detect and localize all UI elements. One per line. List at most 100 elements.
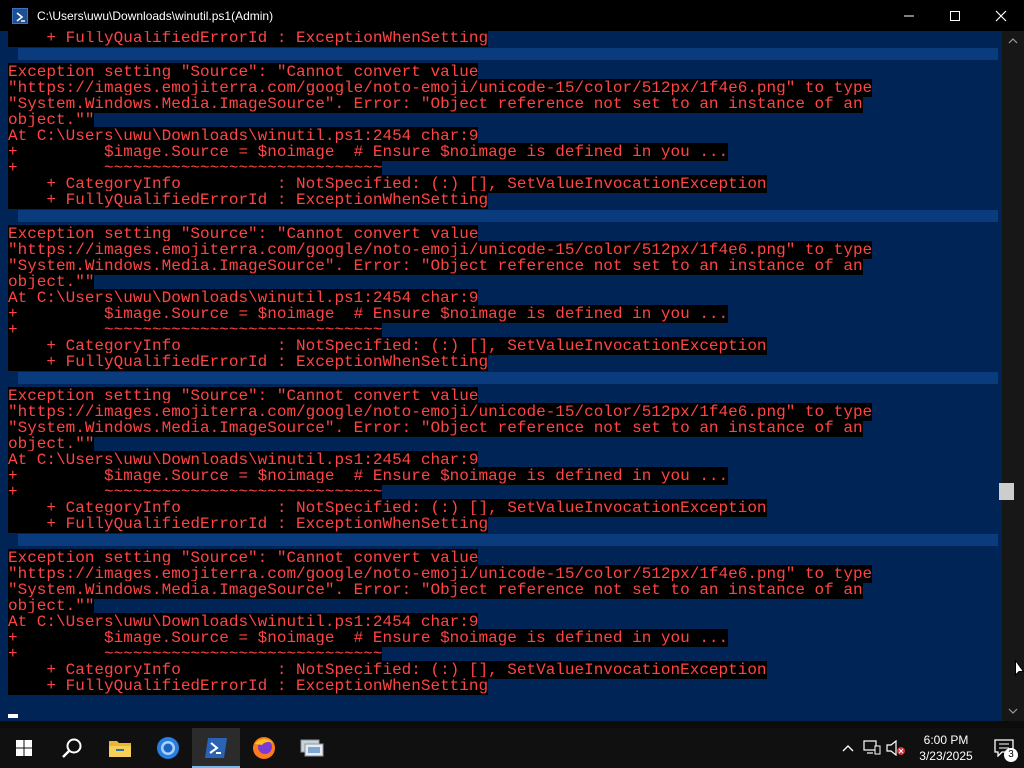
console-line: + CategoryInfo : NotSpecified: (:) [], S…	[8, 661, 998, 679]
console-line: object.""	[8, 111, 998, 129]
console-line: "https://images.emojiterra.com/google/no…	[8, 79, 998, 97]
console-line: "System.Windows.Media.ImageSource". Erro…	[8, 95, 998, 113]
console-line: object.""	[8, 435, 998, 453]
console-line-text: + FullyQualifiedErrorId : ExceptionWhenS…	[8, 515, 489, 533]
selection-highlight	[18, 210, 998, 222]
console-line-text: "System.Windows.Media.ImageSource". Erro…	[8, 95, 863, 113]
search-icon	[62, 738, 82, 758]
console-blank-line	[8, 372, 998, 388]
windows-logo-icon	[16, 740, 32, 756]
console-line: object.""	[8, 597, 998, 615]
clock-time: 6:00 PM	[923, 733, 969, 747]
close-icon	[995, 10, 1007, 21]
taskbar-clock[interactable]: 6:00 PM 3/23/2025	[908, 732, 984, 764]
scroll-up-button[interactable]	[1002, 33, 1024, 49]
console-blank-line	[8, 48, 998, 64]
firefox-button[interactable]	[240, 728, 288, 768]
file-explorer-icon	[109, 741, 131, 757]
console-line: + ~~~~~~~~~~~~~~~~~~~~~~~~~~~~~	[8, 645, 998, 663]
console-line-text: + FullyQualifiedErrorId : ExceptionWhenS…	[8, 677, 489, 695]
volume-muted-icon	[886, 740, 905, 756]
console-line: "https://images.emojiterra.com/google/no…	[8, 241, 998, 259]
console-line: "https://images.emojiterra.com/google/no…	[8, 403, 998, 421]
selection-highlight	[18, 534, 998, 546]
console-line: "System.Windows.Media.ImageSource". Erro…	[8, 419, 998, 437]
console-lines: + FullyQualifiedErrorId : ExceptionWhenS…	[8, 31, 998, 695]
firefox-icon	[253, 737, 275, 759]
show-hidden-icons-button[interactable]	[836, 728, 860, 768]
network-icon	[863, 740, 881, 755]
console-line: + $image.Source = $noimage # Ensure $noi…	[8, 629, 998, 647]
console-line: + FullyQualifiedErrorId : ExceptionWhenS…	[8, 191, 998, 209]
console-blank-line	[8, 210, 998, 226]
console-line: "https://images.emojiterra.com/google/no…	[8, 565, 998, 583]
console-line: + $image.Source = $noimage # Ensure $noi…	[8, 305, 998, 323]
console-line: object.""	[8, 273, 998, 291]
maximize-icon	[950, 10, 960, 21]
maximize-button[interactable]	[932, 0, 978, 31]
selection-highlight	[18, 48, 998, 60]
text-cursor	[8, 714, 18, 718]
network-app-button[interactable]	[288, 728, 336, 768]
console-line: At C:\Users\uwu\Downloads\winutil.ps1:24…	[8, 451, 998, 469]
notification-count-badge: 3	[1004, 748, 1018, 762]
taskbar: 6:00 PM 3/23/2025 3	[0, 728, 1024, 768]
console-line: + ~~~~~~~~~~~~~~~~~~~~~~~~~~~~~	[8, 321, 998, 339]
console-line-text: "System.Windows.Media.ImageSource". Erro…	[8, 581, 863, 599]
network-tray-button[interactable]	[860, 728, 884, 768]
chrome-button[interactable]	[144, 728, 192, 768]
scroll-thumb[interactable]	[999, 483, 1014, 500]
chrome-icon	[157, 737, 179, 759]
clock-date: 3/23/2025	[919, 749, 973, 763]
console-line: At C:\Users\uwu\Downloads\winutil.ps1:24…	[8, 613, 998, 631]
console-line: Exception setting "Source": "Cannot conv…	[8, 549, 998, 567]
console-line-text: + FullyQualifiedErrorId : ExceptionWhenS…	[8, 191, 489, 209]
console-line-text: + FullyQualifiedErrorId : ExceptionWhenS…	[8, 353, 489, 371]
console-output[interactable]: + FullyQualifiedErrorId : ExceptionWhenS…	[0, 31, 1002, 721]
chevron-down-icon	[1008, 708, 1018, 714]
console-line: + $image.Source = $noimage # Ensure $noi…	[8, 467, 998, 485]
console-line: + CategoryInfo : NotSpecified: (:) [], S…	[8, 499, 998, 517]
console-line: + ~~~~~~~~~~~~~~~~~~~~~~~~~~~~~	[8, 483, 998, 501]
console-line: + CategoryInfo : NotSpecified: (:) [], S…	[8, 337, 998, 355]
console-line: "System.Windows.Media.ImageSource". Erro…	[8, 257, 998, 275]
console-line: Exception setting "Source": "Cannot conv…	[8, 387, 998, 405]
console-line: At C:\Users\uwu\Downloads\winutil.ps1:24…	[8, 127, 998, 145]
file-explorer-button[interactable]	[96, 728, 144, 768]
scroll-down-button[interactable]	[1002, 703, 1024, 719]
chevron-up-icon	[1008, 38, 1018, 44]
minimize-icon	[904, 15, 914, 16]
window-titlebar[interactable]: C:\Users\uwu\Downloads\winutil.ps1(Admin…	[0, 0, 1024, 31]
powershell-icon	[205, 738, 227, 758]
network-app-icon	[300, 739, 324, 757]
powershell-icon[interactable]	[12, 7, 28, 24]
chevron-up-icon	[842, 745, 854, 752]
start-button[interactable]	[0, 728, 48, 768]
console-line-text: "System.Windows.Media.ImageSource". Erro…	[8, 257, 863, 275]
minimize-button[interactable]	[886, 0, 932, 31]
console-line: + ~~~~~~~~~~~~~~~~~~~~~~~~~~~~~	[8, 159, 998, 177]
mouse-pointer-icon	[1015, 660, 1024, 677]
console-line: + FullyQualifiedErrorId : ExceptionWhenS…	[8, 515, 998, 533]
console-line: Exception setting "Source": "Cannot conv…	[8, 63, 998, 81]
console-line: + FullyQualifiedErrorId : ExceptionWhenS…	[8, 31, 998, 47]
vertical-scrollbar[interactable]	[1002, 31, 1024, 721]
system-tray: 6:00 PM 3/23/2025 3	[836, 728, 1024, 768]
console-line: Exception setting "Source": "Cannot conv…	[8, 225, 998, 243]
console-line-text: "System.Windows.Media.ImageSource". Erro…	[8, 419, 863, 437]
window-title: C:\Users\uwu\Downloads\winutil.ps1(Admin…	[37, 8, 274, 23]
console-line: + FullyQualifiedErrorId : ExceptionWhenS…	[8, 353, 998, 371]
search-button[interactable]	[48, 728, 96, 768]
console-blank-line	[8, 534, 998, 550]
volume-tray-button[interactable]	[884, 728, 908, 768]
console-line: + CategoryInfo : NotSpecified: (:) [], S…	[8, 175, 998, 193]
console-line: At C:\Users\uwu\Downloads\winutil.ps1:24…	[8, 289, 998, 307]
console-line: + FullyQualifiedErrorId : ExceptionWhenS…	[8, 677, 998, 695]
action-center-button[interactable]: 3	[984, 728, 1024, 768]
close-button[interactable]	[978, 0, 1024, 31]
console-line: + $image.Source = $noimage # Ensure $noi…	[8, 143, 998, 161]
console-line: "System.Windows.Media.ImageSource". Erro…	[8, 581, 998, 599]
powershell-taskbar-button[interactable]	[192, 728, 240, 768]
console-line-text: + FullyQualifiedErrorId : ExceptionWhenS…	[8, 31, 489, 47]
selection-highlight	[18, 372, 998, 384]
